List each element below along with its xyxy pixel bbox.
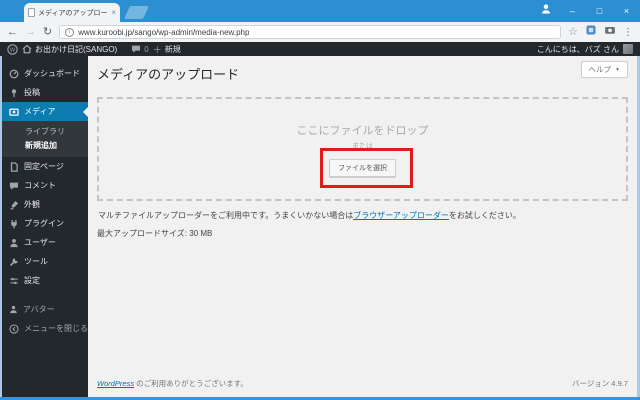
page-title: メディアのアップロード bbox=[97, 67, 240, 82]
browser-titlebar: メディアのアップロード ‹ お出か × – □ × bbox=[0, 0, 640, 22]
wp-admin-menu: ダッシュボード 投稿 メディア ライブラリ 新規追加 固定ページ コメント 外観… bbox=[2, 56, 88, 397]
wp-logo-icon[interactable]: W bbox=[7, 43, 18, 55]
close-button[interactable]: × bbox=[613, 0, 640, 22]
plus-icon: ＋ bbox=[152, 44, 162, 55]
home-icon bbox=[22, 44, 32, 54]
browser-toolbar: ← → ↻ i www.kuroobi.jp/sango/wp-admin/me… bbox=[0, 22, 640, 42]
site-link[interactable]: お出かけ日記(SANGO) bbox=[22, 44, 117, 55]
window-controls: – □ × bbox=[533, 0, 640, 22]
sidebar-item-settings[interactable]: 設定 bbox=[2, 271, 88, 290]
profile-icon[interactable] bbox=[533, 2, 559, 20]
browser-tab[interactable]: メディアのアップロード ‹ お出か × bbox=[24, 3, 120, 22]
user-greeting[interactable]: こんにちは、バズ さん bbox=[537, 44, 619, 55]
sidebar-item-tools[interactable]: ツール bbox=[2, 252, 88, 271]
submenu-item-add-new[interactable]: 新規追加 bbox=[2, 139, 88, 153]
submenu-item-library[interactable]: ライブラリ bbox=[2, 125, 88, 139]
wordpress-link[interactable]: WordPress bbox=[97, 379, 134, 388]
help-button[interactable]: ヘルプ ▼ bbox=[580, 61, 628, 78]
reload-icon[interactable]: ↻ bbox=[43, 26, 52, 38]
maximize-button[interactable]: □ bbox=[586, 0, 613, 22]
avatar-icon bbox=[10, 305, 17, 314]
back-icon[interactable]: ← bbox=[7, 26, 18, 38]
sidebar-item-appearance[interactable]: 外観 bbox=[2, 195, 88, 214]
uploader-note: マルチファイルアップローダーをご利用中です。うまくいかない場合はブラウザーアップ… bbox=[98, 211, 521, 220]
comment-count: 0 bbox=[144, 44, 149, 54]
browser-menu-icon[interactable]: ⋮ bbox=[623, 27, 633, 38]
sidebar-item-pages[interactable]: 固定ページ bbox=[2, 157, 88, 176]
sidebar-item-media[interactable]: メディア bbox=[2, 102, 88, 121]
sidebar-item-dashboard[interactable]: ダッシュボード bbox=[2, 64, 88, 83]
wp-admin-bar: W お出かけ日記(SANGO) 0 ＋ 新規 こんにちは、バズ さん bbox=[0, 42, 640, 56]
sidebar-item-avatar[interactable]: アバター bbox=[2, 300, 88, 319]
sidebar-item-comments[interactable]: コメント bbox=[2, 176, 88, 195]
extension-camera-icon[interactable] bbox=[604, 23, 616, 41]
comments-bubble[interactable]: 0 bbox=[131, 44, 149, 54]
plugin-icon bbox=[11, 219, 17, 228]
dropzone-headline: ここにファイルをドロップ bbox=[296, 124, 429, 137]
wp-workspace: ダッシュボード 投稿 メディア ライブラリ 新規追加 固定ページ コメント 外観… bbox=[0, 56, 640, 397]
new-content-link[interactable]: ＋ 新規 bbox=[153, 43, 181, 56]
site-name: お出かけ日記(SANGO) bbox=[35, 44, 118, 54]
comment-icon bbox=[9, 182, 19, 190]
tab-title: メディアのアップロード ‹ お出か bbox=[38, 9, 109, 17]
sidebar-item-plugins[interactable]: プラグイン bbox=[2, 214, 88, 233]
browser-uploader-link[interactable]: ブラウザーアップローダー bbox=[353, 211, 449, 220]
svg-text:W: W bbox=[10, 47, 16, 53]
browser-window: メディアのアップロード ‹ お出か × – □ × ← → ↻ i www.ku… bbox=[0, 0, 640, 400]
new-tab-button[interactable] bbox=[123, 6, 150, 19]
comment-icon bbox=[132, 45, 141, 53]
wrench-icon bbox=[10, 257, 18, 266]
chevron-down-icon: ▼ bbox=[615, 66, 620, 73]
forward-icon[interactable]: → bbox=[25, 26, 36, 38]
url-text: www.kuroobi.jp/sango/wp-admin/media-new.… bbox=[78, 27, 250, 37]
settings-icon bbox=[10, 277, 18, 284]
site-info-icon[interactable]: i bbox=[65, 27, 75, 37]
media-submenu: ライブラリ 新規追加 bbox=[2, 121, 88, 157]
media-icon bbox=[9, 108, 19, 116]
collapse-menu-button[interactable]: メニューを閉じる bbox=[2, 319, 88, 338]
select-files-button[interactable]: ファイルを選択 bbox=[329, 158, 396, 177]
user-icon bbox=[10, 238, 18, 247]
minimize-button[interactable]: – bbox=[559, 0, 586, 22]
sidebar-item-users[interactable]: ユーザー bbox=[2, 233, 88, 252]
page-icon bbox=[10, 161, 18, 172]
version-label: バージョン 4.9.7 bbox=[571, 379, 628, 388]
brush-icon bbox=[10, 200, 19, 209]
pushpin-icon bbox=[11, 88, 17, 97]
wp-content-area: メディアのアップロード ヘルプ ▼ ここにファイルをドロップ または ファイルを… bbox=[88, 56, 637, 397]
user-avatar[interactable] bbox=[623, 44, 633, 54]
dashboard-icon bbox=[9, 69, 19, 78]
extension-blue-icon[interactable] bbox=[585, 23, 597, 41]
footer-thanks: WordPress のご利用ありがとうございます。 bbox=[97, 379, 248, 388]
new-label: 新規 bbox=[164, 44, 181, 54]
dropzone-or-label: または bbox=[352, 142, 373, 150]
page-favicon-icon bbox=[28, 8, 35, 17]
wp-footer: WordPress のご利用ありがとうございます。 バージョン 4.9.7 bbox=[97, 378, 628, 389]
max-upload-size: 最大アップロードサイズ: 30 MB bbox=[97, 229, 213, 238]
bookmark-star-icon[interactable]: ☆ bbox=[568, 26, 578, 38]
address-bar[interactable]: i www.kuroobi.jp/sango/wp-admin/media-ne… bbox=[59, 25, 562, 39]
sidebar-item-posts[interactable]: 投稿 bbox=[2, 83, 88, 102]
tab-close-icon[interactable]: × bbox=[111, 8, 116, 17]
collapse-arrow-icon bbox=[9, 323, 19, 334]
file-dropzone[interactable]: ここにファイルをドロップ または ファイルを選択 bbox=[97, 97, 628, 201]
menu-separator bbox=[2, 290, 88, 300]
